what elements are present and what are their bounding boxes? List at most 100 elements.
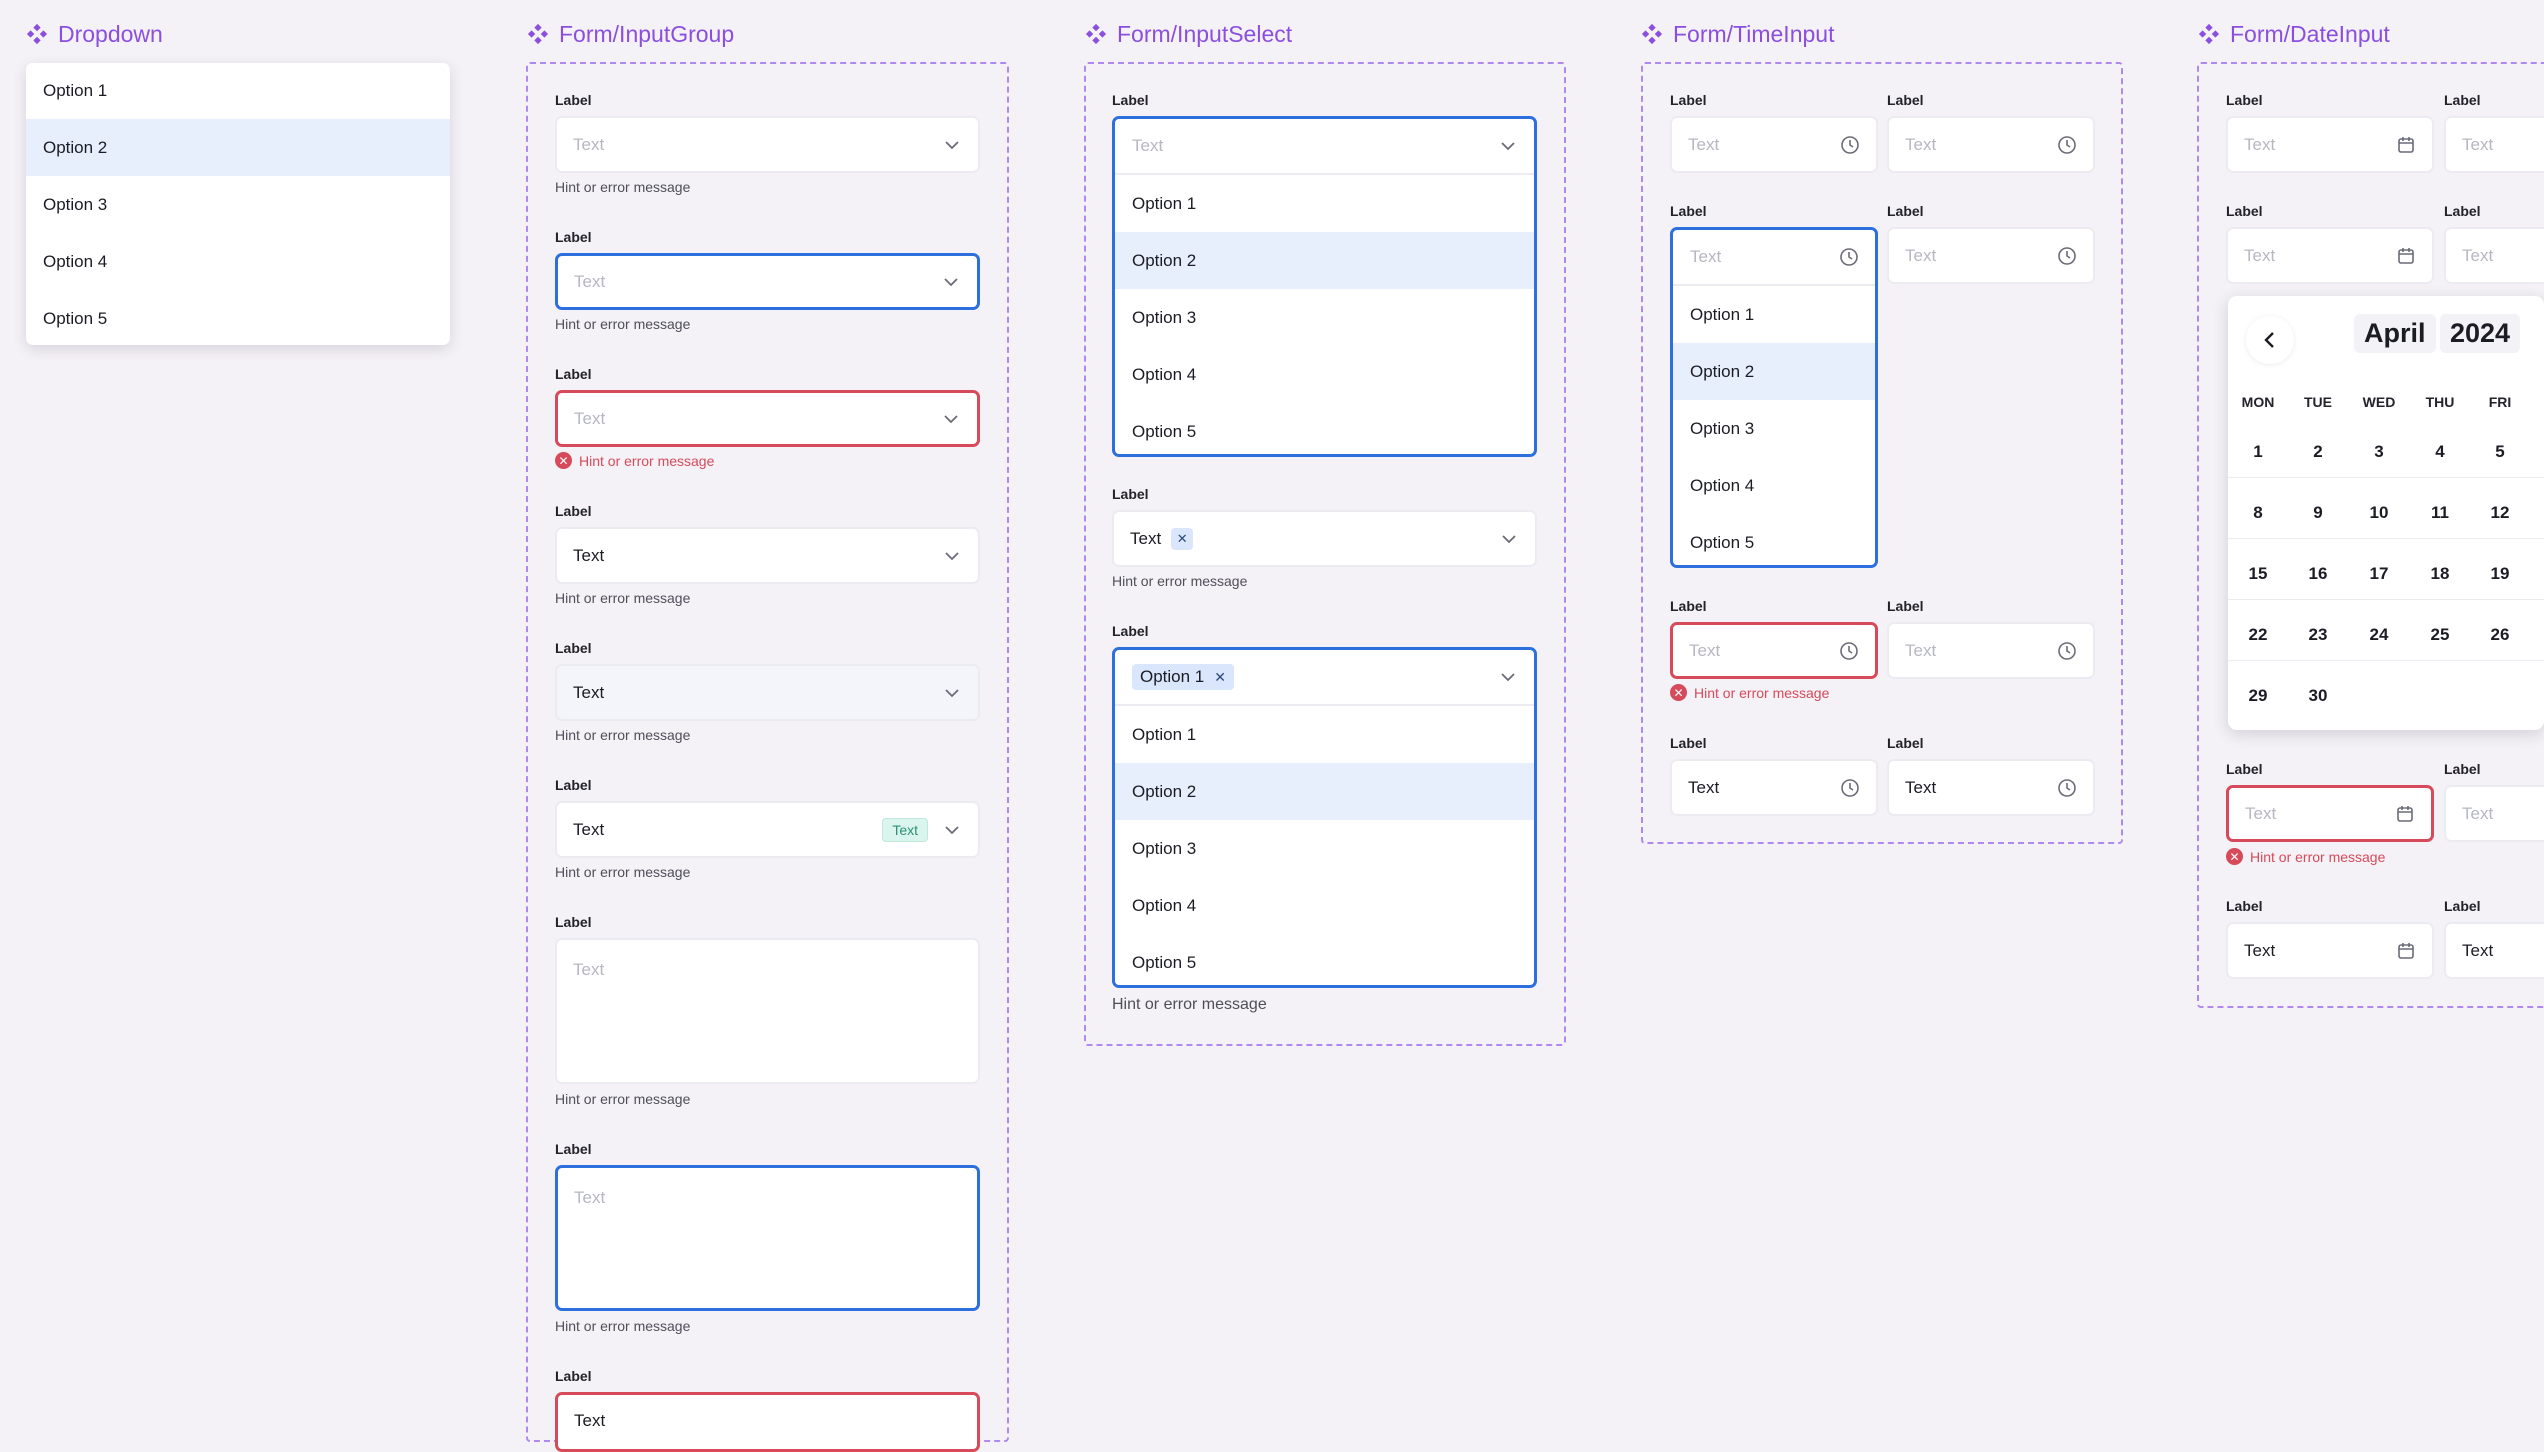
- hint-text: Hint or error message: [555, 316, 691, 332]
- calendar-row-divider: [2228, 538, 2544, 539]
- calendar-day[interactable]: 8: [2228, 503, 2288, 523]
- textarea-input-error[interactable]: Text: [555, 1392, 980, 1452]
- time-input[interactable]: Text: [1887, 622, 2095, 679]
- calendar-day[interactable]: 26: [2470, 625, 2530, 645]
- multiselect-input[interactable]: Text ✕: [1112, 510, 1537, 567]
- field-label: Label: [1670, 203, 1707, 219]
- field-label: Label: [555, 777, 592, 793]
- date-input[interactable]: Text: [2226, 227, 2434, 284]
- select-option[interactable]: Option 5: [1115, 934, 1534, 985]
- date-input[interactable]: Text: [2444, 116, 2544, 173]
- calendar-day[interactable]: 9: [2288, 503, 2348, 523]
- date-input[interactable]: Text: [2444, 785, 2544, 842]
- select-option[interactable]: Option 1: [1115, 175, 1534, 232]
- date-input-filled[interactable]: Text: [2226, 922, 2434, 979]
- field-label: Label: [1887, 203, 1924, 219]
- weekday-label: MON: [2241, 394, 2275, 410]
- section-title-input-group: Form/InputGroup: [527, 16, 734, 52]
- calendar-day[interactable]: 5: [2470, 442, 2530, 462]
- year-selector[interactable]: 2024: [2440, 314, 2521, 353]
- select-option-selected[interactable]: Option 2: [1115, 763, 1534, 820]
- hint-text: Hint or error message: [1112, 996, 1267, 1013]
- field-label: Label: [1887, 735, 1924, 751]
- calendar-day[interactable]: 3: [2349, 442, 2409, 462]
- dropdown-option[interactable]: Option 5: [26, 290, 450, 345]
- calendar-day[interactable]: 15: [2228, 564, 2288, 584]
- field-label: Label: [555, 92, 592, 108]
- time-option[interactable]: Option 3: [1673, 400, 1875, 457]
- month-selector[interactable]: April: [2354, 314, 2436, 353]
- prev-month-button[interactable]: [2246, 316, 2294, 364]
- time-input-filled[interactable]: Text: [1670, 759, 1878, 816]
- time-input[interactable]: Text: [1887, 227, 2095, 284]
- time-input-focused[interactable]: Text: [1673, 230, 1875, 286]
- dropdown-option[interactable]: Option 3: [26, 176, 450, 233]
- time-input[interactable]: Text: [1887, 116, 2095, 173]
- dropdown-option-selected[interactable]: Option 2: [26, 119, 450, 176]
- calendar-day[interactable]: 25: [2410, 625, 2470, 645]
- calendar-day[interactable]: 11: [2410, 503, 2470, 523]
- field-label: Label: [1112, 623, 1149, 639]
- select-input-error[interactable]: Text: [555, 390, 980, 447]
- calendar-day[interactable]: 10: [2349, 503, 2409, 523]
- field-label: Label: [1112, 92, 1149, 108]
- time-input[interactable]: Text: [1670, 116, 1878, 173]
- close-icon[interactable]: ✕: [1171, 527, 1194, 550]
- calendar-day[interactable]: 24: [2349, 625, 2409, 645]
- select-option[interactable]: Option 1: [1115, 706, 1534, 763]
- date-input[interactable]: Text: [2444, 227, 2544, 284]
- textarea-input-focused[interactable]: Text: [555, 1165, 980, 1311]
- calendar-day[interactable]: 17: [2349, 564, 2409, 584]
- date-input[interactable]: Text: [2226, 116, 2434, 173]
- calendar-day[interactable]: 12: [2470, 503, 2530, 523]
- clock-icon: [1840, 641, 1858, 660]
- calendar-day[interactable]: 16: [2288, 564, 2348, 584]
- calendar-day[interactable]: 2: [2288, 442, 2348, 462]
- component-diamond-icon: [1641, 23, 1663, 45]
- select-input-filled[interactable]: Text: [555, 527, 980, 584]
- textarea-input[interactable]: Text: [555, 938, 980, 1084]
- calendar-day[interactable]: 18: [2410, 564, 2470, 584]
- time-input-filled[interactable]: Text: [1887, 759, 2095, 816]
- dropdown-option[interactable]: Option 4: [26, 233, 450, 290]
- calendar-day[interactable]: 23: [2288, 625, 2348, 645]
- select-option-selected[interactable]: Option 2: [1115, 232, 1534, 289]
- select-input[interactable]: Text: [555, 116, 980, 173]
- select-option[interactable]: Option 5: [1115, 403, 1534, 454]
- calendar-day[interactable]: 19: [2470, 564, 2530, 584]
- time-option-selected[interactable]: Option 2: [1673, 343, 1875, 400]
- multiselect-input-focused[interactable]: Option 1 ✕: [1115, 650, 1534, 706]
- select-input-focused[interactable]: Text: [555, 253, 980, 310]
- hint-text: Hint or error message: [555, 179, 691, 195]
- calendar-day[interactable]: 1: [2228, 442, 2288, 462]
- field-label: Label: [555, 1141, 592, 1157]
- section-title-date-input: Form/DateInput: [2198, 16, 2390, 52]
- time-input-error[interactable]: Text: [1670, 622, 1878, 679]
- calendar-day[interactable]: 30: [2288, 686, 2348, 706]
- select-option[interactable]: Option 4: [1115, 346, 1534, 403]
- calendar-row-divider: [2228, 599, 2544, 600]
- time-option[interactable]: Option 5: [1673, 514, 1875, 565]
- select-input-focused[interactable]: Text: [1115, 119, 1534, 175]
- select-option[interactable]: Option 4: [1115, 877, 1534, 934]
- date-input-filled[interactable]: Text: [2444, 922, 2544, 979]
- field-label: Label: [1670, 735, 1707, 751]
- calendar-day[interactable]: 4: [2410, 442, 2470, 462]
- close-icon[interactable]: ✕: [1214, 669, 1226, 686]
- time-option[interactable]: Option 4: [1673, 457, 1875, 514]
- section-title-input-select: Form/InputSelect: [1085, 16, 1292, 52]
- dropdown-option[interactable]: Option 1: [26, 63, 450, 119]
- select-option[interactable]: Option 3: [1115, 820, 1534, 877]
- select-input-with-tag[interactable]: Text Text: [555, 801, 980, 858]
- field-label: Label: [1670, 92, 1707, 108]
- date-input-error[interactable]: Text: [2226, 785, 2434, 842]
- component-diamond-icon: [1085, 23, 1107, 45]
- time-option[interactable]: Option 1: [1673, 286, 1875, 343]
- selected-chip: Option 1 ✕: [1132, 664, 1234, 690]
- calendar-day[interactable]: 22: [2228, 625, 2288, 645]
- calendar-day[interactable]: 29: [2228, 686, 2288, 706]
- clock-icon: [1841, 778, 1859, 797]
- error-message: ✕ Hint or error message: [1670, 684, 1829, 701]
- select-option[interactable]: Option 3: [1115, 289, 1534, 346]
- clock-icon: [2058, 246, 2076, 265]
